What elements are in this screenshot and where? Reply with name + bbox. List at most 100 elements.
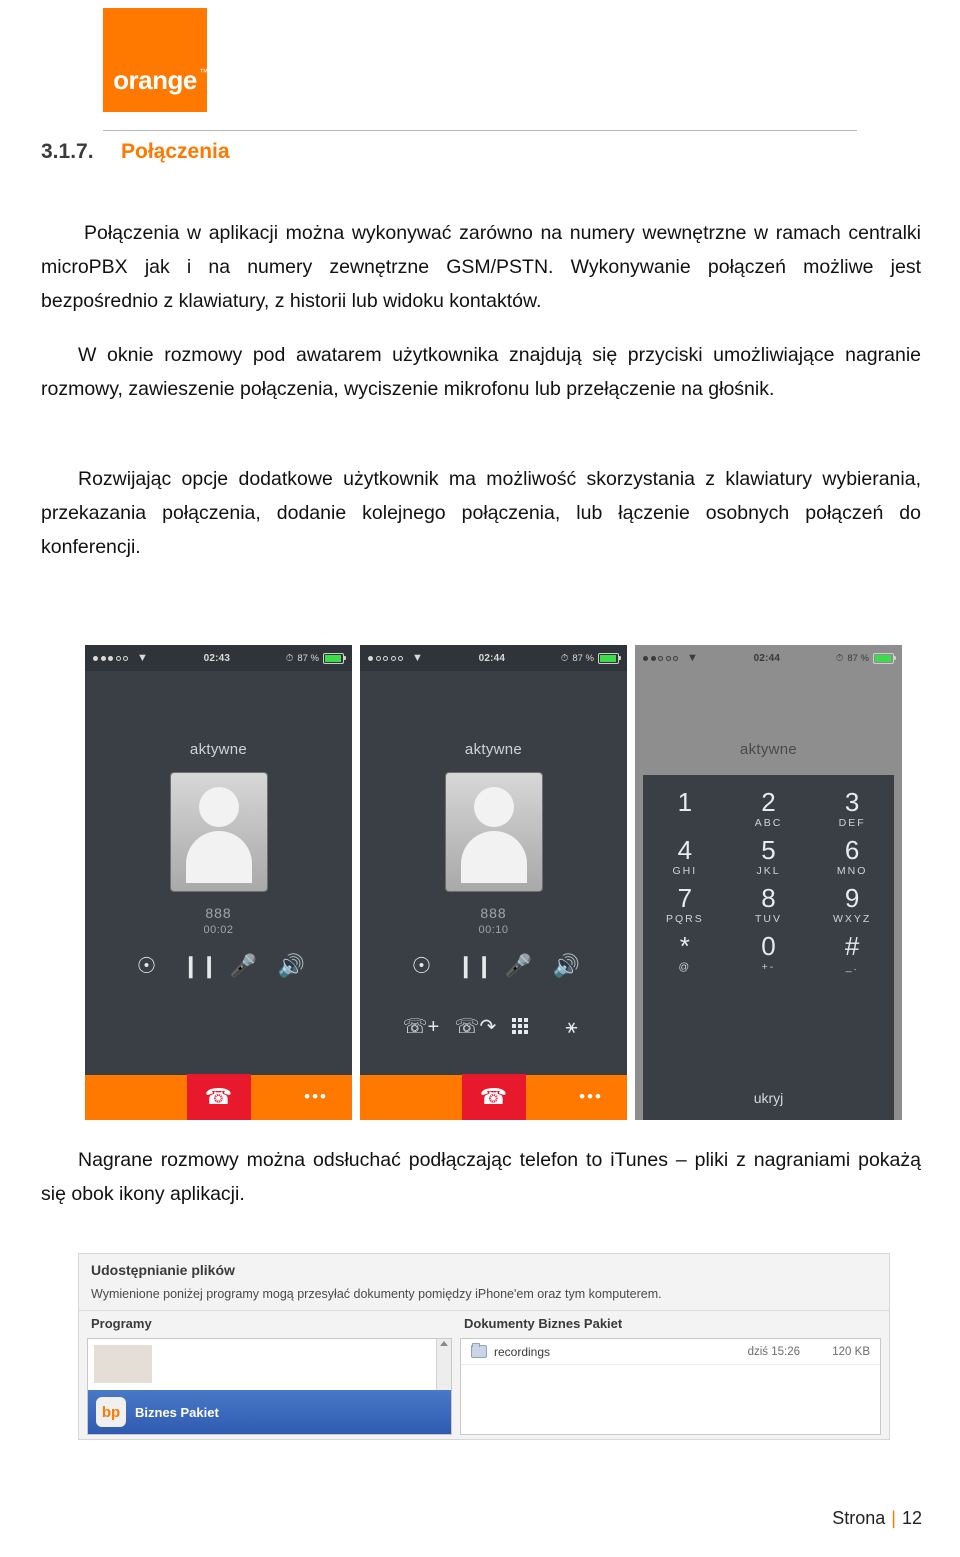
page-footer: Strona | 12	[832, 1508, 922, 1529]
paragraph-1-text: Połączenia w aplikacji można wykonywać z…	[41, 222, 921, 312]
record-icon[interactable]: ☉	[409, 955, 435, 977]
folder-icon	[471, 1343, 487, 1358]
section-title: Połączenia	[121, 140, 230, 163]
itunes-panel-title: Udostępnianie plików	[91, 1262, 235, 1278]
battery-icon	[873, 652, 896, 664]
paragraph-4: Nagrane rozmowy można odsłuchać podłącza…	[41, 1143, 921, 1211]
signal-dots-icon	[643, 655, 678, 661]
keypad-key[interactable]: 1	[643, 787, 727, 829]
microphone-icon[interactable]: 🎤	[505, 955, 532, 977]
scroll-up-arrow-icon[interactable]	[440, 1341, 448, 1346]
avatar	[170, 773, 267, 891]
keypad-digit: 0	[761, 931, 776, 961]
keypad-key[interactable]: 7 PQRS	[643, 883, 727, 925]
pause-icon[interactable]: ❙❙	[457, 955, 494, 977]
keypad-key[interactable]: # _.	[810, 931, 894, 973]
battery-percent: 87 %	[847, 652, 869, 664]
keypad-digit: 1	[677, 787, 693, 817]
keypad-digit: #	[844, 931, 860, 961]
keypad-letters: GHI	[672, 865, 698, 877]
status-bar: ▼ 02:43 ⏱ 87 %	[85, 645, 352, 671]
app-name: Biznes Pakiet	[135, 1404, 219, 1420]
signal-dots-icon	[93, 655, 128, 661]
logo-trademark-icon: ™	[199, 67, 208, 77]
keypad-key[interactable]: 3 DEF	[810, 787, 894, 829]
end-call-button[interactable]: ☎	[461, 1074, 526, 1120]
keypad-digit: 9	[844, 883, 860, 913]
keypad-letters: PQRS	[665, 913, 704, 925]
logo-text: orange	[113, 65, 197, 95]
itunes-documents-column-header: Dokumenty Biznes Pakiet	[464, 1316, 623, 1331]
hide-keypad-button[interactable]: ukryj	[643, 1090, 894, 1106]
call-timer: 00:02	[203, 924, 234, 936]
more-options-button[interactable]: •••	[579, 1088, 603, 1105]
footer-page-number: 12	[901, 1508, 922, 1528]
signal-dots-icon	[368, 655, 403, 661]
alarm-icon: ⏱	[560, 652, 569, 664]
keypad-digit: 2	[761, 787, 776, 817]
pause-icon[interactable]: ❙❙	[182, 955, 219, 977]
keypad-digit: 8	[761, 883, 776, 913]
speaker-icon[interactable]: 🔊	[278, 955, 305, 977]
orange-logo: orange ™	[103, 8, 208, 112]
keypad-digit: 7	[677, 883, 693, 913]
itunes-documents-list[interactable]: recordings dziś 15:26 120 KB	[460, 1338, 881, 1435]
keypad-key[interactable]: 8 TUV	[727, 883, 811, 925]
document-page: orange ™ 3.1.7. Połączenia Połączenia w a…	[0, 0, 960, 1557]
keypad-letters: JKL	[756, 865, 781, 877]
microphone-icon[interactable]: 🎤	[230, 955, 257, 977]
keypad-icon[interactable]	[507, 1017, 533, 1039]
itunes-apps-column-header: Programy	[91, 1316, 152, 1331]
paragraph-2-text: W oknie rozmowy pod awatarem użytkownika…	[41, 344, 921, 400]
header-divider	[103, 130, 857, 131]
paragraph-3: Rozwijając opcje dodatkowe użytkownik ma…	[41, 462, 921, 564]
keypad-letters: ABC	[754, 817, 783, 829]
keypad-key[interactable]: 0 +-	[727, 931, 811, 973]
keypad-key[interactable]: 2 ABC	[727, 787, 811, 829]
keypad-key[interactable]: 4 GHI	[643, 835, 727, 877]
table-row[interactable]: recordings dziś 15:26 120 KB	[461, 1339, 880, 1365]
keypad-digit: 4	[677, 835, 693, 865]
status-bar: ▼ 02:44 ⏱ 87 %	[635, 645, 902, 671]
record-icon[interactable]: ☉	[134, 955, 160, 977]
speaker-icon[interactable]: 🔊	[553, 955, 580, 977]
add-call-icon[interactable]: ☏+	[403, 1017, 440, 1039]
file-date: dziś 15:26	[747, 1345, 800, 1358]
status-right: ⏱ 87 %	[836, 652, 896, 664]
avatar-head-icon	[473, 787, 514, 827]
transfer-call-icon[interactable]: ☏↷	[455, 1017, 497, 1039]
status-time: 02:43	[203, 652, 231, 664]
keypad-digit: *	[679, 931, 690, 961]
keypad-key[interactable]: 5 JKL	[727, 835, 811, 877]
more-options-button[interactable]: •••	[304, 1088, 328, 1105]
battery-percent: 87 %	[297, 652, 319, 664]
biznes-pakiet-app-icon: bp	[96, 1397, 126, 1427]
keypad-grid: 1 2 ABC 3 DEF 4 GHI 5 JKL 6 MNO 7 PQRS 8 TUV 9W…	[643, 787, 894, 973]
keypad-key[interactable]: 9 WXYZ	[810, 883, 894, 925]
keypad-letters: TUV	[754, 913, 782, 925]
status-right: ⏱ 87 %	[560, 652, 621, 664]
keypad-letters: +-	[761, 961, 776, 973]
wifi-icon: ▼	[412, 651, 423, 664]
list-item[interactable]: bp Biznes Pakiet	[88, 1390, 451, 1434]
app-thumbnail-placeholder	[94, 1345, 152, 1383]
avatar-body-icon	[460, 831, 527, 883]
file-size: 120 KB	[832, 1345, 870, 1358]
avatar	[445, 773, 542, 891]
keypad-key[interactable]: * @	[643, 931, 727, 973]
keypad-digit: 6	[844, 835, 860, 865]
keypad-key[interactable]: 6 MNO	[810, 835, 894, 877]
conference-icon[interactable]: ⚹	[559, 1017, 585, 1039]
battery-icon	[598, 652, 621, 664]
call-timer: 00:10	[478, 924, 509, 936]
screenshot-row: ▼ 02:43 ⏱ 87 % aktywne 888 00:02 ☉ ❙❙ 🎤 …	[85, 645, 902, 1120]
section-heading: 3.1.7. Połączenia	[41, 140, 921, 164]
itunes-apps-list[interactable]: bp Biznes Pakiet	[87, 1338, 452, 1435]
avatar-body-icon	[185, 831, 252, 883]
call-number: 888	[480, 905, 507, 921]
phone-screenshot-2: ▼ 02:44 ⏱ 87 % aktywne 888 00:10 ☉ ❙❙ 🎤 …	[360, 645, 627, 1120]
keypad-letters: @	[678, 961, 692, 973]
status-right: ⏱ 87 %	[286, 652, 346, 664]
battery-icon	[323, 652, 346, 664]
end-call-button[interactable]: ☎	[186, 1074, 251, 1120]
